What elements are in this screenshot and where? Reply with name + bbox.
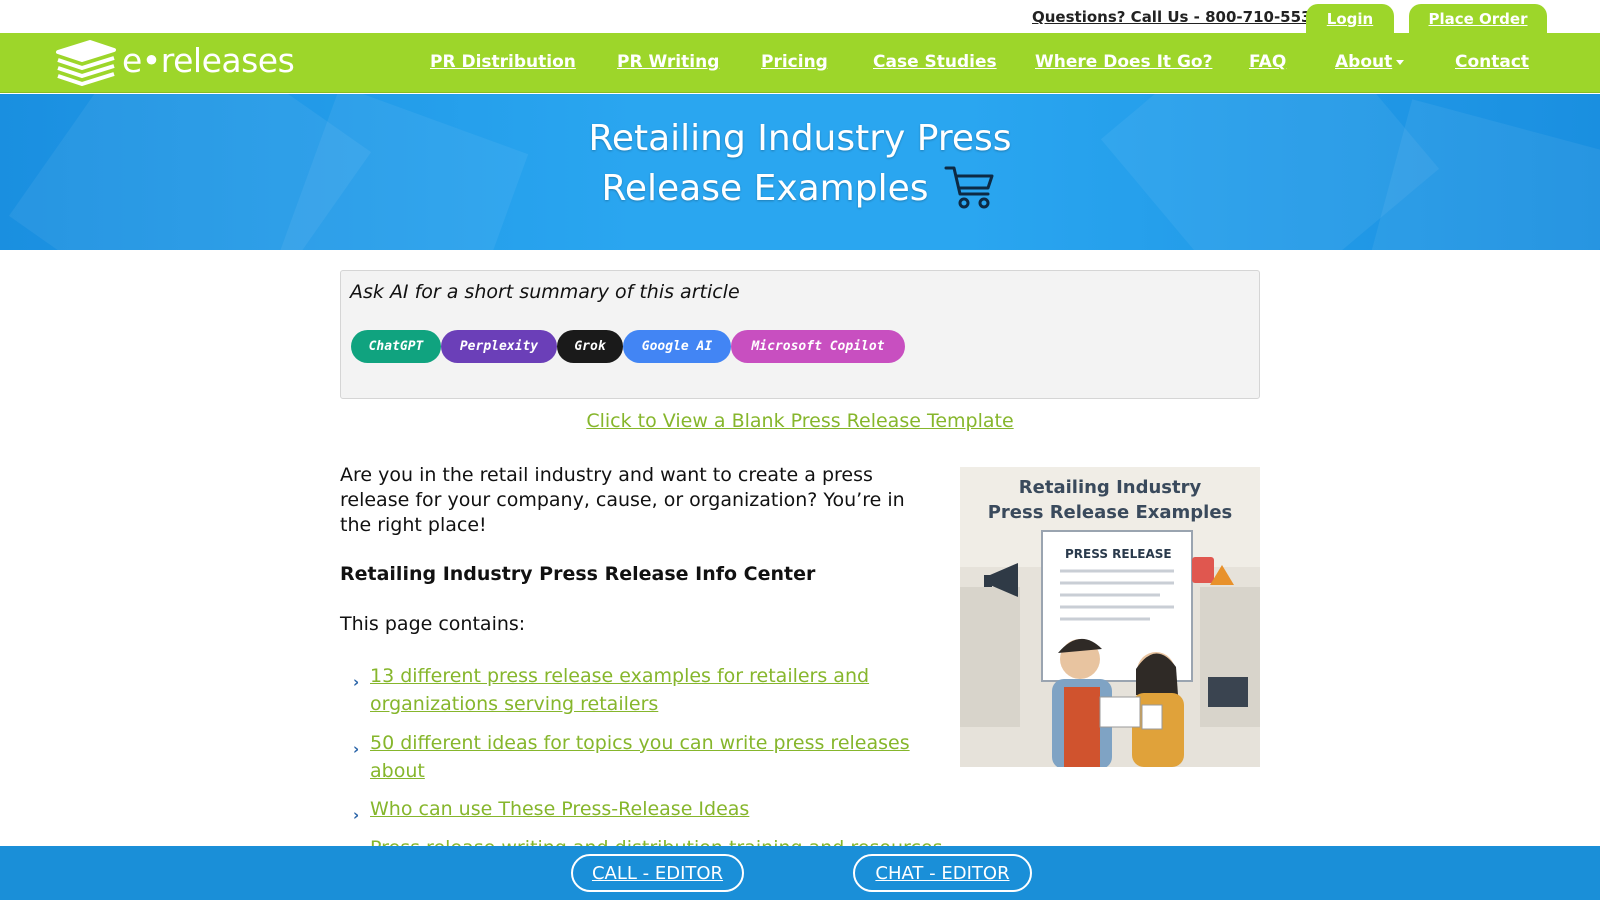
nav-where-does-it-go[interactable]: Where Does It Go? — [1035, 52, 1212, 72]
chatgpt-button[interactable]: ChatGPT — [351, 330, 441, 363]
bottom-contact-bar: CALL - EDITOR CHAT - EDITOR — [0, 846, 1600, 900]
nav-case-studies[interactable]: Case Studies — [873, 52, 997, 72]
logo-text: e•releases — [122, 41, 295, 80]
illustration-title: Retailing Industry Press Release Example… — [960, 475, 1260, 525]
page-title-line2: Release Examples — [601, 168, 929, 209]
chevron-right-icon: › — [353, 806, 360, 824]
nav-about-label: About — [1335, 52, 1393, 72]
illustration-doc-label: PRESS RELEASE — [1065, 547, 1172, 561]
caret-down-icon — [1396, 59, 1405, 65]
call-editor-button[interactable]: CALL - EDITOR — [571, 854, 744, 892]
google-ai-button[interactable]: Google AI — [623, 330, 731, 363]
login-button[interactable]: Login — [1306, 4, 1394, 33]
microsoft-copilot-button[interactable]: Microsoft Copilot — [731, 330, 905, 363]
press-release-scene-icon — [960, 530, 1260, 767]
hero-banner: Retailing Industry Press Release Example… — [0, 94, 1600, 250]
toc-item-who[interactable]: › Who can use These Press-Release Ideas — [353, 795, 950, 824]
toc-item-ideas[interactable]: › 50 different ideas for topics you can … — [353, 729, 950, 785]
perplexity-button[interactable]: Perplexity — [441, 330, 557, 363]
toc-item-examples[interactable]: › 13 different press release examples fo… — [353, 662, 950, 718]
nav-pr-distribution[interactable]: PR Distribution — [430, 52, 576, 72]
chevron-right-icon: › — [353, 673, 360, 691]
logo-stack-icon — [56, 40, 116, 86]
main-nav: e•releases PR Distribution PR Writing Pr… — [0, 33, 1600, 93]
toc-item-label: Who can use These Press-Release Ideas — [370, 798, 750, 820]
chevron-right-icon: › — [353, 740, 360, 758]
info-center-heading: Retailing Industry Press Release Info Ce… — [340, 563, 816, 585]
phone-link[interactable]: Questions? Call Us - 800-710-5535 — [1032, 8, 1322, 26]
blank-template-link[interactable]: Click to View a Blank Press Release Temp… — [0, 410, 1600, 432]
page-title: Retailing Industry Press Release Example… — [0, 114, 1600, 214]
chat-editor-button[interactable]: CHAT - EDITOR — [853, 854, 1032, 892]
nav-pr-writing[interactable]: PR Writing — [617, 52, 719, 72]
illustration-title-line2: Press Release Examples — [987, 502, 1233, 523]
toc-item-label: 13 different press release examples for … — [370, 665, 870, 715]
grok-button[interactable]: Grok — [557, 330, 623, 363]
nav-pricing[interactable]: Pricing — [761, 52, 828, 72]
ai-summary-box: Ask AI for a short summary of this artic… — [340, 270, 1260, 399]
nav-about[interactable]: About — [1335, 52, 1405, 72]
ai-summary-prompt: Ask AI for a short summary of this artic… — [350, 281, 740, 303]
nav-contact[interactable]: Contact — [1455, 52, 1529, 72]
illustration-title-line1: Retailing Industry — [1018, 477, 1202, 498]
place-order-button[interactable]: Place Order — [1409, 4, 1547, 33]
nav-faq[interactable]: FAQ — [1249, 52, 1286, 72]
shopping-cart-icon — [944, 166, 994, 209]
toc-item-label: 50 different ideas for topics you can wr… — [370, 732, 910, 782]
logo[interactable]: e•releases — [54, 38, 304, 90]
top-utility-bar: Questions? Call Us - 800-710-5535 Login … — [0, 0, 1600, 33]
article-illustration: Retailing Industry Press Release Example… — [960, 467, 1260, 767]
page-title-line1: Retailing Industry Press — [588, 118, 1012, 159]
contains-label: This page contains: — [340, 613, 526, 635]
intro-paragraph: Are you in the retail industry and want … — [340, 464, 905, 536]
